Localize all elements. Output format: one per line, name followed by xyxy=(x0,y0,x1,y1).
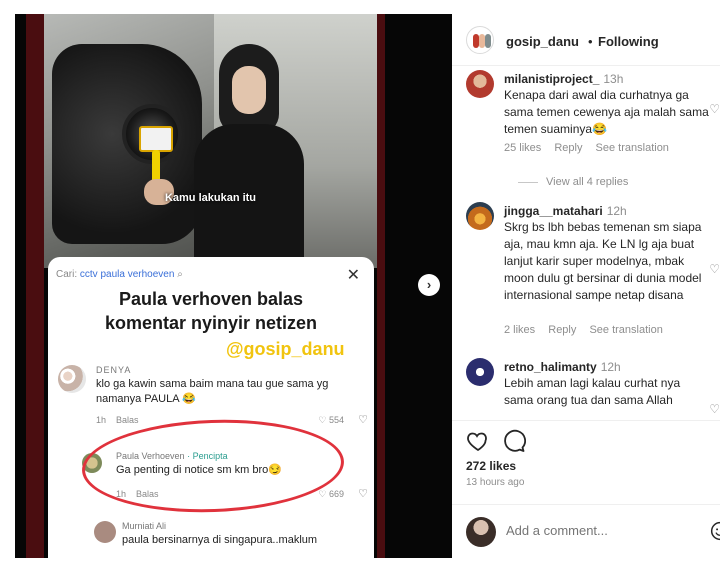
comment-time: 12h xyxy=(606,204,627,218)
card-comment-likes: ♡ 669 xyxy=(318,489,344,500)
avatar xyxy=(94,521,116,543)
avatar xyxy=(466,517,496,547)
close-icon: ✕ xyxy=(346,267,360,284)
interviewee xyxy=(194,44,304,268)
view-replies-label: View all 4 replies xyxy=(546,176,629,188)
microphone-icon xyxy=(139,126,173,152)
comment-text: Lebih aman lagi kalau curhat nya sama or… xyxy=(504,376,681,407)
separator: • xyxy=(588,34,593,49)
card-title-line2: komentar nyinyir netizen xyxy=(104,313,318,333)
add-comment-input[interactable] xyxy=(506,523,696,538)
heart-icon[interactable]: ♡ xyxy=(709,402,720,416)
card-comment: Murniati Ali paula bersinarnya di singap… xyxy=(58,521,368,558)
reply-button[interactable]: Reply xyxy=(554,142,582,154)
comment-item: milanistiproject_ 13h Kenapa dari awal di… xyxy=(466,70,720,190)
card-comment-text: paula bersinarnya di singapura..maklum xyxy=(122,534,318,546)
comment-meta: 25 likes Reply See translation xyxy=(504,142,679,154)
comment-meta: 2 likes Reply See translation xyxy=(504,324,673,336)
comment-likes[interactable]: 25 likes xyxy=(504,142,541,154)
camera-shape xyxy=(52,44,202,244)
avatar[interactable] xyxy=(466,26,494,54)
card-comment-reply: Balas xyxy=(116,415,139,425)
media-frame-left xyxy=(26,14,44,558)
heart-icon[interactable]: ♡ xyxy=(709,102,720,116)
comment-header: jingga__matahari 12h xyxy=(504,204,627,218)
dislike-icon: ♡ xyxy=(358,414,368,426)
card-comment-user: DENYA xyxy=(96,365,132,375)
likes-count[interactable]: 272 likes xyxy=(466,459,516,473)
heart-icon[interactable]: ♡ xyxy=(709,262,720,276)
avatar[interactable] xyxy=(466,358,494,386)
card-comment-text: klo ga kawin sama baim mana tau gue sama… xyxy=(96,378,329,405)
avatar[interactable] xyxy=(466,70,494,98)
dislike-icon: ♡ xyxy=(358,488,368,500)
search-query: cctv paula verhoeven xyxy=(79,269,175,280)
see-translation-button[interactable]: See translation xyxy=(589,324,662,336)
card-title: Paula verhoven balas komentar nyinyir ne… xyxy=(48,287,374,335)
like-count: 554 xyxy=(328,415,344,425)
media-frame-right xyxy=(377,14,385,558)
comment-item: retno_halimanty 12h Lebih aman lagi kalau… xyxy=(466,358,720,416)
comment-text: Skrg bs lbh bebas temenan sm siapa aja, … xyxy=(504,220,702,302)
avatar[interactable] xyxy=(466,202,494,230)
post-header: gosip_danu • Following xyxy=(452,14,720,66)
video-frame[interactable]: Kamu lakukan itu xyxy=(44,14,377,268)
card-comment-user: Murniati Ali xyxy=(122,521,167,531)
replies-line xyxy=(518,181,538,183)
add-comment-bar xyxy=(452,504,720,558)
comment-header: retno_halimanty 12h xyxy=(504,360,621,374)
face xyxy=(232,66,266,114)
comment-item: jingga__matahari 12h Skrg bs lbh bebas te… xyxy=(466,202,720,352)
post-username[interactable]: gosip_danu xyxy=(506,34,579,49)
watermark: @gosip_danu xyxy=(226,339,345,359)
post-media: Kamu lakukan itu Cari: cctv paula verhoe… xyxy=(0,0,452,564)
avatar xyxy=(58,365,86,393)
comment-likes[interactable]: 2 likes xyxy=(504,324,535,336)
comment-header: milanistiproject_ 13h xyxy=(504,72,623,86)
card-comment-time: 1h xyxy=(96,415,107,425)
comment-username[interactable]: milanistiproject_ xyxy=(504,72,599,86)
like-count: 669 xyxy=(328,489,344,499)
post-actions: 272 likes 13 hours ago xyxy=(452,420,720,496)
comment-username[interactable]: jingga__matahari xyxy=(504,204,603,218)
next-slide-button[interactable]: › xyxy=(418,274,440,296)
post-time: 13 hours ago xyxy=(466,477,525,488)
card-comment-meta: 1h Balas xyxy=(96,415,139,425)
embedded-comment-card: Cari: cctv paula verhoeven ⌕ ✕ Paula ver… xyxy=(48,257,374,558)
card-comment-likes: ♡ 554 xyxy=(318,415,344,426)
card-title-line1: Paula verhoven balas xyxy=(118,289,304,309)
comment-text: Kenapa dari awal dia curhatnya ga sama t… xyxy=(504,88,709,136)
heart-icon[interactable] xyxy=(466,429,490,453)
search-icon: ⌕ xyxy=(177,269,183,280)
comment-icon[interactable] xyxy=(502,429,526,453)
card-comment: DENYA klo ga kawin sama baim mana tau gu… xyxy=(58,365,368,426)
card-search: Cari: cctv paula verhoeven ⌕ xyxy=(56,269,183,280)
heart-icon: ♡ xyxy=(318,415,327,425)
see-translation-button[interactable]: See translation xyxy=(596,142,669,154)
comment-username[interactable]: retno_halimanty xyxy=(504,360,597,374)
following-button[interactable]: Following xyxy=(598,34,659,49)
reply-button[interactable]: Reply xyxy=(548,324,576,336)
comment-time: 13h xyxy=(603,72,624,86)
emoji-icon[interactable] xyxy=(710,521,720,541)
comment-list[interactable]: milanistiproject_ 13h Kenapa dari awal di… xyxy=(452,66,720,416)
video-subtitle: Kamu lakukan itu xyxy=(164,192,257,204)
search-prefix: Cari: xyxy=(56,269,78,280)
heart-icon: ♡ xyxy=(318,489,327,499)
comment-time: 12h xyxy=(600,360,621,374)
post-details: gosip_danu • Following milanistiproject_… xyxy=(452,0,720,564)
view-replies-button[interactable]: View all 4 replies xyxy=(518,176,628,188)
